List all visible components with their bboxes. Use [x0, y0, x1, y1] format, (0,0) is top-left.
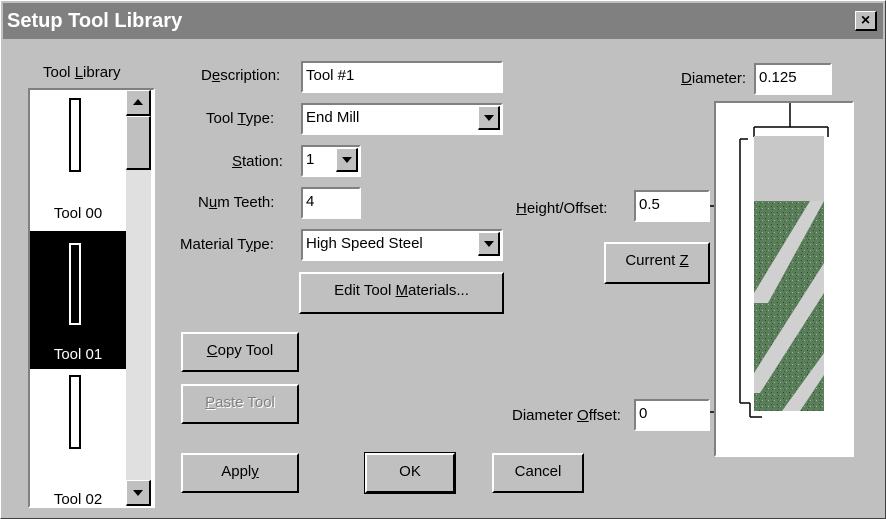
list-item-tool-00[interactable]: Tool 00 [30, 90, 126, 228]
material-type-select[interactable]: High Speed Steel [301, 229, 503, 261]
list-item-tool-01[interactable]: Tool 01 [30, 231, 126, 369]
setup-tool-library-dialog: Setup Tool Library × Tool Library Tool 0… [0, 0, 886, 519]
material-type-value: High Speed Steel [306, 235, 423, 252]
tool-type-select[interactable]: End Mill [301, 103, 503, 135]
scroll-down-button[interactable] [126, 480, 151, 506]
description-label: Description: [201, 67, 281, 84]
close-icon: × [860, 12, 871, 29]
height-offset-label: Height/Offset: [516, 200, 608, 217]
current-z-button[interactable]: Current Z [604, 242, 710, 284]
title-bar[interactable]: Setup Tool Library × [3, 3, 883, 39]
ok-button[interactable]: OK [364, 452, 456, 494]
end-mill-icon [739, 103, 829, 418]
tool-library-list[interactable]: Tool 00 Tool 01 Tool 02 [28, 88, 155, 508]
list-item-label: Tool 02 [53, 491, 103, 508]
apply-button[interactable]: Apply [181, 453, 299, 493]
down-arrow-icon [133, 490, 143, 496]
station-value: 1 [306, 151, 315, 168]
tool-preview [714, 101, 854, 457]
num-teeth-field[interactable]: 4 [301, 187, 361, 219]
tool-thumbnail-icon [69, 375, 81, 449]
paste-tool-button[interactable]: Paste Tool [181, 384, 299, 424]
tool-type-value: End Mill [306, 109, 360, 126]
diameter-offset-label: Diameter Offset: [512, 407, 621, 424]
copy-tool-button[interactable]: Copy Tool [181, 332, 299, 372]
tool-library-label: Tool Library [43, 64, 121, 81]
chevron-down-icon[interactable] [336, 148, 358, 172]
scroll-up-button[interactable] [126, 90, 151, 116]
edit-tool-materials-button[interactable]: Edit Tool Materials... [299, 272, 504, 314]
tool-type-label: Tool Type: [206, 110, 275, 127]
station-select[interactable]: 1 [301, 145, 361, 177]
window-title: Setup Tool Library [7, 10, 183, 32]
close-button[interactable]: × [855, 11, 877, 31]
station-label: Station: [232, 153, 283, 170]
height-offset-field[interactable]: 0.5 [634, 190, 710, 222]
description-field[interactable]: Tool #1 [301, 61, 503, 93]
list-item-label: Tool 00 [53, 205, 103, 222]
chevron-down-icon[interactable] [478, 106, 500, 130]
list-scrollbar[interactable] [126, 90, 151, 506]
material-type-label: Material Type: [180, 236, 274, 253]
list-item-label: Tool 01 [53, 346, 103, 363]
cancel-button[interactable]: Cancel [492, 453, 584, 493]
tool-thumbnail-icon [69, 243, 81, 325]
num-teeth-label: Num Teeth: [198, 194, 275, 211]
chevron-down-icon[interactable] [478, 232, 500, 256]
tool-thumbnail-icon [69, 98, 81, 172]
diameter-field[interactable]: 0.125 [754, 63, 832, 95]
list-item-tool-02[interactable]: Tool 02 [30, 369, 126, 508]
up-arrow-icon [133, 99, 143, 105]
diameter-offset-field[interactable]: 0 [634, 399, 710, 431]
scroll-thumb[interactable] [126, 116, 151, 170]
diameter-label: Diameter: [681, 70, 747, 87]
